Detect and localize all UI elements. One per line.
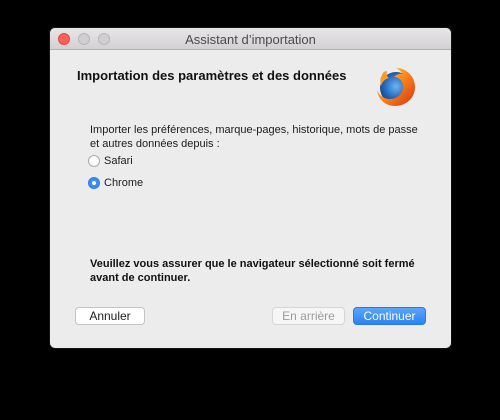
back-button[interactable]: En arrière <box>272 307 345 325</box>
import-wizard-window: Assistant d’importation Importation des … <box>50 28 451 348</box>
option-safari[interactable]: Safari <box>88 153 133 169</box>
option-safari-label: Safari <box>104 155 133 167</box>
option-chrome-label: Chrome <box>104 177 144 189</box>
title-bar: Assistant d’importation <box>50 28 451 50</box>
radio-chrome[interactable] <box>88 177 100 189</box>
window-title: Assistant d’importation <box>185 32 316 47</box>
continue-button[interactable]: Continuer <box>353 307 426 325</box>
option-chrome[interactable]: Chrome <box>88 175 143 191</box>
dialog-heading: Importation des paramètres et des donnée… <box>77 68 347 83</box>
cancel-button[interactable]: Annuler <box>75 307 145 325</box>
close-browser-warning: Veuillez vous assurer que le navigateur … <box>90 258 415 284</box>
firefox-logo-icon <box>373 64 419 110</box>
import-instructions: Importer les préférences, marque-pages, … <box>90 124 418 150</box>
radio-safari[interactable] <box>88 155 100 167</box>
